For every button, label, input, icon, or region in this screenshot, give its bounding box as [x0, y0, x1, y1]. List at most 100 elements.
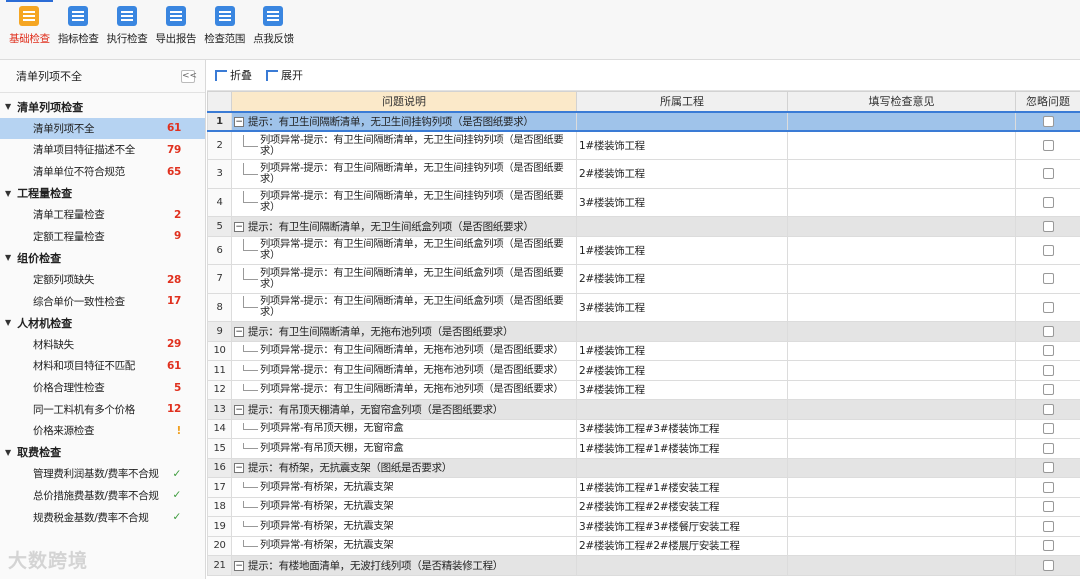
table-row[interactable]: 6 列项异常-提示：有卫生间隔断清单，无卫生间纸盒列项（是否图纸要求） 1#楼装饰工…	[207, 235, 1080, 265]
opinion-input-cell[interactable]	[787, 438, 1016, 459]
ignore-checkbox[interactable]	[1042, 384, 1054, 396]
table-row[interactable]: 10 列项异常-提示：有卫生间隔断清单，无拖布池列项（是否图纸要求） 1#楼装饰工程	[207, 340, 1080, 361]
tree-group[interactable]: ▼ 清单列项检查	[0, 96, 205, 118]
ignore-checkbox[interactable]	[1042, 273, 1054, 285]
table-group-row[interactable]: 1− 提示：有卫生间隔断清单，无卫生间挂钩列项（是否图纸要求）	[207, 110, 1080, 132]
ignore-checkbox[interactable]	[1042, 442, 1054, 454]
caret-down-icon[interactable]: ▼	[5, 253, 11, 262]
table-row[interactable]: 19 列项异常-有桥架，无抗震支架 3#楼装饰工程#3#楼餐厅安装工程	[207, 516, 1080, 537]
ignore-checkbox[interactable]	[1042, 301, 1054, 313]
table-row[interactable]: 20 列项异常-有桥架，无抗震支架 2#楼装饰工程#2#楼展厅安装工程	[207, 535, 1080, 556]
opinion-input-cell[interactable]	[787, 535, 1016, 556]
opinion-input-cell[interactable]	[787, 379, 1016, 400]
table-row[interactable]: 11 列项异常-提示：有卫生间隔断清单，无拖布池列项（是否图纸要求） 2#楼装饰工程	[207, 360, 1080, 381]
tree-item[interactable]: 清单工程量检查 2	[0, 204, 205, 226]
tree-item[interactable]: 价格来源检查!	[0, 420, 205, 442]
table-group-row[interactable]: 5− 提示：有卫生间隔断清单，无卫生间纸盒列项（是否图纸要求）	[207, 216, 1080, 237]
opinion-input-cell[interactable]	[787, 264, 1016, 294]
header-ignore[interactable]: 忽略问题	[1015, 91, 1080, 112]
toolbar-button-feedback[interactable]: 点我反馈	[250, 0, 297, 46]
opinion-input-cell[interactable]	[787, 457, 1016, 478]
ignore-checkbox[interactable]	[1042, 520, 1054, 532]
table-group-row[interactable]: 16− 提示：有桥架，无抗震支架（图纸是否要求）	[207, 457, 1080, 478]
collapse-row-icon[interactable]: −	[234, 404, 244, 415]
table-row[interactable]: 2 列项异常-提示：有卫生间隔断清单，无卫生间挂钩列项（是否图纸要求） 1#楼装饰工…	[207, 130, 1080, 160]
collapse-row-icon[interactable]: −	[234, 560, 244, 571]
ignore-checkbox[interactable]	[1042, 345, 1054, 357]
tree-item[interactable]: 定额列项缺失 28	[0, 269, 205, 291]
ignore-checkbox[interactable]	[1042, 220, 1054, 232]
table-row[interactable]: 12 列项异常-提示：有卫生间隔断清单，无拖布池列项（是否图纸要求） 3#楼装饰工程	[207, 379, 1080, 400]
tree-group[interactable]: ▼ 人材机检查	[0, 312, 205, 334]
tree-group[interactable]: ▼ 工程量检查	[0, 182, 205, 204]
opinion-input-cell[interactable]	[787, 516, 1016, 537]
table-row[interactable]: 3 列项异常-提示：有卫生间隔断清单，无卫生间挂钩列项（是否图纸要求） 2#楼装饰工…	[207, 159, 1080, 189]
collapse-all-button[interactable]: 折叠	[215, 67, 252, 83]
tree-item[interactable]: 清单列项不全 61	[0, 117, 205, 140]
toolbar-button-index-check[interactable]: 指标检查	[55, 0, 102, 46]
opinion-input-cell[interactable]	[787, 496, 1016, 517]
ignore-checkbox[interactable]	[1042, 462, 1054, 474]
ignore-checkbox[interactable]	[1042, 481, 1054, 493]
toolbar-button-export-report[interactable]: 导出报告	[152, 0, 199, 46]
opinion-input-cell[interactable]	[787, 360, 1016, 381]
ignore-checkbox[interactable]	[1042, 140, 1054, 151]
table-row[interactable]: 4 列项异常-提示：有卫生间隔断清单，无卫生间挂钩列项（是否图纸要求） 3#楼装饰工…	[207, 187, 1080, 217]
table-row[interactable]: 18 列项异常-有桥架，无抗震支架 2#楼装饰工程#2#楼安装工程	[207, 496, 1080, 517]
opinion-input-cell[interactable]	[787, 292, 1016, 322]
opinion-input-cell[interactable]	[787, 187, 1016, 217]
tree-item[interactable]: 规费税金基数/费率不合规 ✓	[0, 506, 205, 528]
toolbar-button-run-check[interactable]: 执行检查	[104, 0, 151, 46]
ignore-checkbox[interactable]	[1042, 540, 1054, 552]
table-row[interactable]: 7 列项异常-提示：有卫生间隔断清单，无卫生间纸盒列项（是否图纸要求） 2#楼装饰工…	[207, 264, 1080, 294]
opinion-input-cell[interactable]	[787, 110, 1016, 132]
caret-down-icon[interactable]: ▼	[5, 318, 11, 327]
ignore-checkbox[interactable]	[1042, 244, 1054, 256]
collapse-row-icon[interactable]: −	[234, 116, 244, 127]
table-row[interactable]: 15 列项异常-有吊顶天棚，无窗帘盒 1#楼装饰工程#1#楼装饰工程	[207, 438, 1080, 459]
table-row[interactable]: 8 列项异常-提示：有卫生间隔断清单，无卫生间纸盒列项（是否图纸要求） 3#楼装饰工…	[207, 292, 1080, 322]
collapse-row-icon[interactable]: −	[234, 326, 244, 337]
ignore-checkbox[interactable]	[1042, 168, 1054, 180]
opinion-input-cell[interactable]	[787, 216, 1016, 237]
table-row[interactable]: 14 列项异常-有吊顶天棚，无窗帘盒 3#楼装饰工程#3#楼装饰工程	[207, 418, 1080, 439]
tree-item[interactable]: 清单单位不符合规范 65	[0, 161, 205, 183]
opinion-input-cell[interactable]	[787, 159, 1016, 189]
tree-item[interactable]: 定额工程量检查 9	[0, 226, 205, 248]
table-group-row[interactable]: 9− 提示：有卫生间隔断清单，无拖布池列项（是否图纸要求）	[207, 321, 1080, 342]
ignore-checkbox[interactable]	[1042, 559, 1054, 571]
caret-down-icon[interactable]: ▼	[5, 102, 11, 111]
header-opinion[interactable]: 填写检查意见	[787, 91, 1016, 112]
tree-item[interactable]: 管理费利润基数/费率不合规 ✓	[0, 463, 205, 485]
caret-down-icon[interactable]: ▼	[5, 448, 11, 457]
ignore-checkbox[interactable]	[1042, 115, 1054, 127]
opinion-input-cell[interactable]	[787, 477, 1016, 498]
ignore-checkbox[interactable]	[1042, 501, 1054, 513]
expand-all-button[interactable]: 展开	[266, 67, 303, 83]
tree-item[interactable]: 总价措施费基数/费率不合规 ✓	[0, 485, 205, 507]
ignore-checkbox[interactable]	[1042, 403, 1054, 415]
tree-item[interactable]: 价格合理性检查 5	[0, 377, 205, 399]
collapse-panel-icon[interactable]: <<	[181, 69, 197, 83]
toolbar-button-basic-check[interactable]: 基础检查	[6, 0, 53, 46]
opinion-input-cell[interactable]	[787, 235, 1016, 265]
opinion-input-cell[interactable]	[787, 130, 1016, 160]
collapse-row-icon[interactable]: −	[234, 221, 244, 232]
header-project[interactable]: 所属工程	[576, 91, 788, 112]
opinion-input-cell[interactable]	[787, 418, 1016, 439]
collapse-row-icon[interactable]: −	[234, 463, 244, 474]
table-group-row[interactable]: 13− 提示：有吊顶天棚清单，无窗帘盒列项（是否图纸要求）	[207, 399, 1080, 420]
tree-item[interactable]: 材料和项目特征不匹配 61	[0, 355, 205, 377]
tree-item[interactable]: 同一工料机有多个价格 12	[0, 398, 205, 420]
opinion-input-cell[interactable]	[787, 399, 1016, 420]
table-group-row[interactable]: 21− 提示：有楼地面清单，无波打线列项（是否精装修工程）	[207, 555, 1080, 576]
ignore-checkbox[interactable]	[1042, 423, 1054, 435]
header-description[interactable]: 问题说明	[231, 91, 577, 112]
tree-group[interactable]: ▼ 组价检查	[0, 247, 205, 269]
opinion-input-cell[interactable]	[787, 555, 1016, 576]
tree-item[interactable]: 清单项目特征描述不全 79	[0, 139, 205, 161]
caret-down-icon[interactable]: ▼	[5, 189, 11, 198]
toolbar-button-check-scope[interactable]: 检查范围	[201, 0, 248, 46]
opinion-input-cell[interactable]	[787, 321, 1016, 342]
tree-item[interactable]: 综合单价一致性检查 17	[0, 290, 205, 312]
